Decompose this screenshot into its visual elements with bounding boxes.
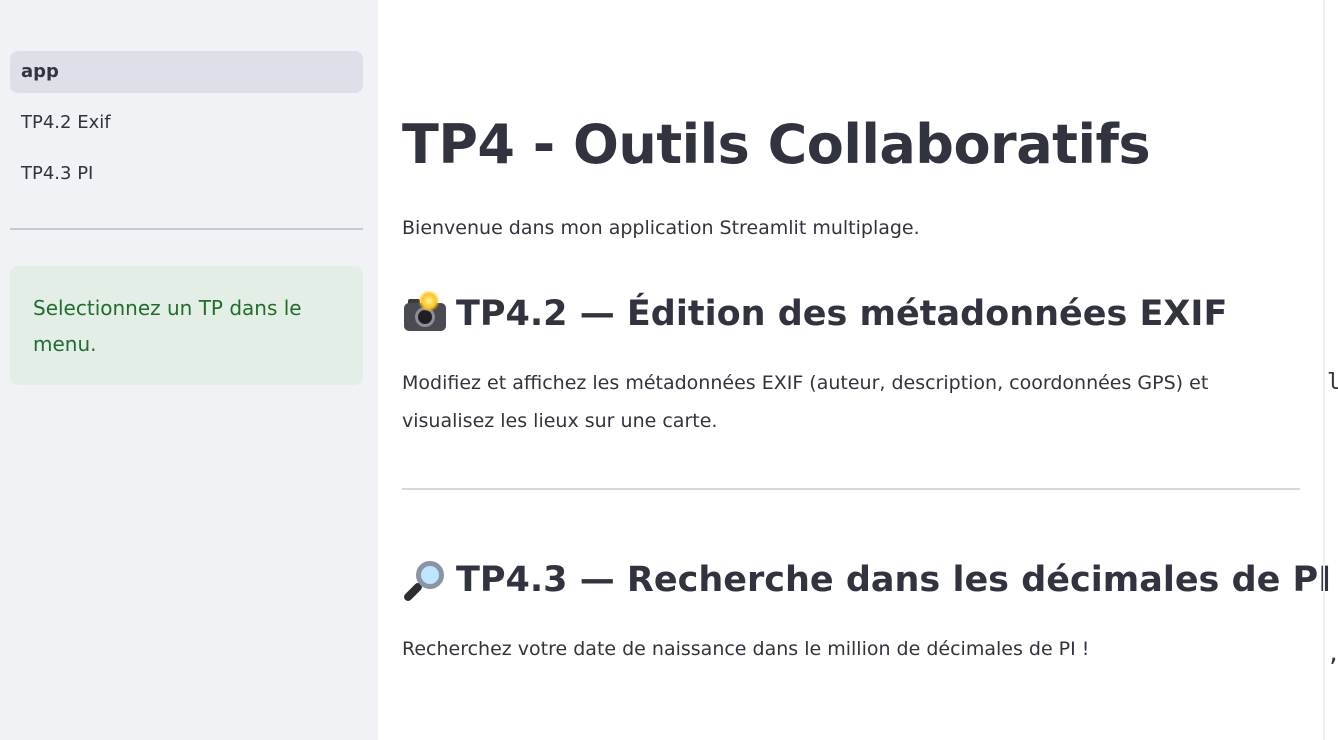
section-heading-pi: TP4.3 — Recherche dans les décimales de …	[402, 556, 1331, 604]
sidebar-item-tp42-exif[interactable]: TP4.2 Exif	[10, 102, 363, 144]
info-alert: Selectionnez un TP dans le menu.	[10, 266, 363, 385]
app-window: app TP4.2 Exif TP4.3 PI Selectionnez un …	[0, 0, 1338, 740]
window-edge	[1323, 0, 1325, 740]
intro-text: Bienvenue dans mon application Streamlit…	[402, 217, 920, 239]
sidebar-item-tp43-pi[interactable]: TP4.3 PI	[10, 153, 363, 195]
edge-text-fragment-top: l	[1327, 370, 1338, 395]
section-heading-pi-label: TP4.3 — Recherche dans les décimales de …	[456, 560, 1332, 600]
section-divider	[402, 488, 1300, 490]
section-text-exif: Modifiez et affichez les métadonnées EXI…	[402, 372, 1209, 432]
sidebar-divider	[10, 228, 363, 230]
section-heading-exif-label: TP4.2 — Édition des métadonnées EXIF	[456, 294, 1228, 334]
magnifying-glass-icon	[402, 560, 448, 603]
section-heading-exif: TP4.2 — Édition des métadonnées EXIF	[402, 290, 1227, 338]
sidebar: app TP4.2 Exif TP4.3 PI Selectionnez un …	[0, 0, 378, 740]
sidebar-nav: app TP4.2 Exif TP4.3 PI	[10, 51, 363, 204]
page-title: TP4 - Outils Collaboratifs	[402, 113, 1151, 176]
info-alert-text: Selectionnez un TP dans le menu.	[33, 296, 302, 356]
edge-text-fragment-bottom: ,	[1327, 642, 1338, 667]
sidebar-item-app[interactable]: app	[10, 51, 363, 93]
main-content: TP4 - Outils Collaboratifs Bienvenue dan…	[402, 0, 1331, 740]
camera-flash-icon	[402, 290, 448, 334]
section-text-pi: Recherchez votre date de naissance dans …	[402, 638, 1090, 660]
